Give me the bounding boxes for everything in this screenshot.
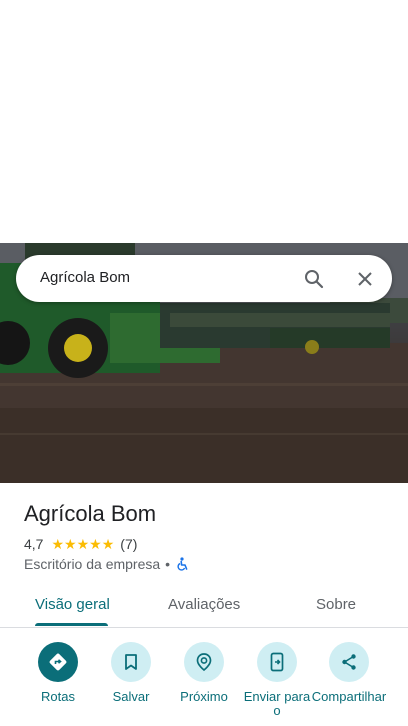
star-icon: ★ (51, 536, 65, 552)
category-row: Escritório da empresa • (24, 556, 190, 572)
directions-label: Rotas (41, 689, 75, 704)
search-query[interactable]: Agrícola Bom (40, 269, 130, 286)
send-to-phone-icon (270, 652, 284, 672)
share-label: Compartilhar (311, 689, 387, 704)
search-bar[interactable]: Agrícola Bom (16, 255, 392, 302)
star-rating: ★ ★ ★ ★ ★ (51, 537, 114, 551)
tab-reviews[interactable]: Avaliações (168, 596, 240, 613)
review-count[interactable]: (7) (120, 536, 137, 552)
send-to-phone-button[interactable]: Enviar para o (239, 642, 315, 718)
bookmark-icon (125, 654, 137, 670)
separator: • (165, 556, 171, 572)
tab-about[interactable]: Sobre (316, 596, 356, 613)
tab-bar: Visão geral Avaliações Sobre (0, 585, 408, 628)
send-label: Enviar para o (243, 689, 311, 718)
star-icon: ★ (76, 536, 90, 552)
action-bar: Rotas Salvar Próximo Enviar para o Compa… (0, 642, 408, 726)
place-category: Escritório da empresa (24, 556, 161, 572)
save-button[interactable]: Salvar (93, 642, 169, 704)
close-icon (358, 272, 372, 286)
save-label: Salvar (112, 689, 150, 704)
search-icon (305, 270, 324, 289)
directions-icon (49, 653, 67, 671)
nearby-icon (196, 653, 212, 672)
share-circle (329, 642, 369, 682)
directions-button[interactable]: Rotas (20, 642, 96, 704)
nearby-button[interactable]: Próximo (166, 642, 242, 704)
nearby-label: Próximo (180, 689, 228, 704)
place-title: Agrícola Bom (24, 501, 157, 526)
directions-circle (38, 642, 78, 682)
star-icon: ★ (89, 536, 102, 552)
rating-value: 4,7 (24, 536, 44, 552)
clear-search-button[interactable] (349, 263, 381, 295)
wheelchair-icon (177, 557, 188, 571)
send-circle (257, 642, 297, 682)
search-button[interactable] (298, 263, 330, 295)
tab-overview[interactable]: Visão geral (35, 596, 110, 613)
share-button[interactable]: Compartilhar (311, 642, 387, 704)
star-icon: ★ (64, 536, 77, 552)
save-circle (111, 642, 151, 682)
rating-row[interactable]: 4,7 ★ ★ ★ ★ ★ (7) (24, 536, 137, 552)
active-tab-indicator (35, 623, 108, 626)
half-star-icon: ★ (101, 536, 115, 552)
nearby-circle (184, 642, 224, 682)
share-icon (342, 654, 356, 670)
